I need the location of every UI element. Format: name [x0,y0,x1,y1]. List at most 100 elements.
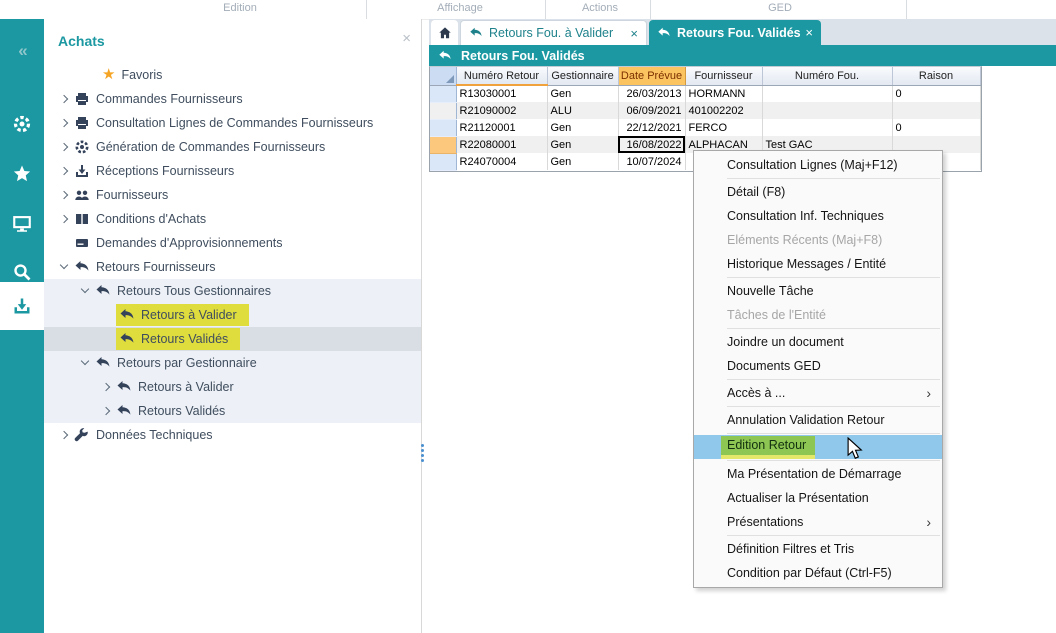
row-selector-cell[interactable] [430,102,456,119]
tab-close-button[interactable]: × [630,26,638,41]
cell[interactable]: 0 [892,119,980,136]
chevron-right-icon[interactable] [56,183,74,207]
rail-settings-button[interactable] [0,102,44,146]
tree-item-receptions-fournisseurs[interactable]: Réceptions Fournisseurs [44,159,421,183]
table-row[interactable]: R13030001 Gen 26/03/2013 HORMANN 0 [430,85,980,102]
menu-item-nouvelle-tache[interactable]: Nouvelle Tâche [694,279,942,303]
cell[interactable]: 401002202 [685,102,762,119]
table-row[interactable]: R21090002 ALU 06/09/2021 401002202 [430,102,980,119]
menu-item-documents-ged[interactable]: Documents GED [694,354,942,378]
menu-item-joindre-un-document[interactable]: Joindre un document [694,330,942,354]
ribbon-separator [366,0,367,19]
cell[interactable]: Gen [547,85,618,102]
cell[interactable]: R21120001 [456,119,547,136]
rail-display-button[interactable] [0,202,44,246]
chevron-right-icon[interactable] [98,375,116,399]
cell[interactable]: FERCO [685,119,762,136]
tree-item-retours-valides[interactable]: Retours Validés [44,327,421,351]
tree-item-label: Consultation Lignes de Commandes Fournis… [96,116,373,130]
tab-close-button[interactable]: × [805,25,813,40]
tree-item-retours-tous-gestionnaires[interactable]: Retours Tous Gestionnaires [44,279,421,303]
reply-arrow-icon [74,259,90,275]
tree-item-retours-valides-par-gestionnaire[interactable]: Retours Validés [44,399,421,423]
tree-item-retours-a-valider-par-gestionnaire[interactable]: Retours à Valider [44,375,421,399]
cell[interactable]: ALU [547,102,618,119]
rail-favorites-button[interactable] [0,152,44,196]
cell[interactable] [762,119,892,136]
cell[interactable] [762,85,892,102]
cell[interactable]: R22080001 [456,136,547,153]
chevron-right-icon[interactable] [56,159,74,183]
cell[interactable]: 26/03/2013 [618,85,685,102]
chevron-down-icon[interactable] [56,255,74,279]
tree-item-favoris[interactable]: ★ Favoris [44,63,421,87]
menu-item-consultation-inf-techniques[interactable]: Consultation Inf. Techniques [694,204,942,228]
tree-item-fournisseurs[interactable]: Fournisseurs [44,183,421,207]
cell[interactable]: 22/12/2021 [618,119,685,136]
cell[interactable]: Gen [547,153,618,170]
cell[interactable]: HORMANN [685,85,762,102]
column-header-numero-retour[interactable]: Numéro Retour [456,67,547,85]
tree-item-generation-commandes[interactable]: Génération de Commandes Fournisseurs [44,135,421,159]
collapse-sidebar-button[interactable]: « [0,39,44,63]
tree-item-retours-fournisseurs[interactable]: Retours Fournisseurs [44,255,421,279]
cell[interactable] [762,102,892,119]
tab-home[interactable] [431,20,458,45]
cell[interactable]: R13030001 [456,85,547,102]
tree-item-consultation-lignes-commandes[interactable]: Consultation Lignes de Commandes Fournis… [44,111,421,135]
chevron-right-icon[interactable] [56,111,74,135]
column-header-raison[interactable]: Raison [892,67,980,85]
ribbon-group-actions: Actions [582,2,618,14]
cell[interactable]: R24070004 [456,153,547,170]
tab-retours-fou-a-valider[interactable]: Retours Fou. à Valider × [460,20,647,45]
tree-item-retours-a-valider[interactable]: Retours à Valider [44,303,421,327]
menu-item-detail[interactable]: Détail (F8) [694,180,942,204]
tree-item-conditions-achats[interactable]: Conditions d'Achats [44,207,421,231]
chevron-right-icon[interactable] [56,135,74,159]
cell[interactable]: Gen [547,136,618,153]
select-all-header[interactable] [430,67,456,85]
chevron-right-icon[interactable] [56,87,74,111]
row-selector-cell[interactable] [430,153,456,170]
menu-item-actualiser-la-presentation[interactable]: Actualiser la Présentation [694,486,942,510]
cell[interactable]: 0 [892,85,980,102]
cell[interactable]: Gen [547,119,618,136]
cell[interactable] [892,102,980,119]
cell[interactable]: R21090002 [456,102,547,119]
chevron-right-icon[interactable] [98,399,116,423]
row-selector-cell[interactable] [430,85,456,102]
tree-item-retours-par-gestionnaire[interactable]: Retours par Gestionnaire [44,351,421,375]
panel-close-button[interactable]: × [402,30,411,47]
menu-item-edition-retour-highlighted[interactable]: Edition Retour [694,435,942,459]
reply-arrow-icon [119,331,135,347]
menu-item-presentations[interactable]: Présentations › [694,510,942,534]
menu-item-definition-filtres-et-tris[interactable]: Définition Filtres et Tris [694,537,942,561]
chevron-down-icon[interactable] [77,351,95,375]
row-selector-cell-current[interactable] [430,136,456,153]
tree-item-demandes-approvisionnements[interactable]: Demandes d'Approvisionnements [44,231,421,255]
cell-focused[interactable]: 16/08/2022 [618,136,685,153]
table-row[interactable]: R21120001 Gen 22/12/2021 FERCO 0 [430,119,980,136]
column-header-numero-fou[interactable]: Numéro Fou. [762,67,892,85]
menu-item-annulation-validation-retour[interactable]: Annulation Validation Retour [694,408,942,432]
splitter-handle[interactable] [421,444,424,447]
reply-arrow-icon [657,26,671,40]
column-header-gestionnaire[interactable]: Gestionnaire [547,67,618,85]
chevron-down-icon[interactable] [77,279,95,303]
chevron-right-icon[interactable] [56,423,74,447]
rail-receptions-button-active[interactable] [0,282,44,330]
menu-item-acces-a[interactable]: Accès à ... › [694,381,942,405]
tree-item-donnees-techniques[interactable]: Données Techniques [44,423,421,447]
menu-item-ma-presentation-de-demarrage[interactable]: Ma Présentation de Démarrage [694,462,942,486]
tree-item-commandes-fournisseurs[interactable]: Commandes Fournisseurs [44,87,421,111]
menu-item-consultation-lignes[interactable]: Consultation Lignes (Maj+F12) [694,153,942,177]
column-header-date-prevue[interactable]: Date Prévue [618,67,685,85]
menu-item-condition-par-defaut[interactable]: Condition par Défaut (Ctrl-F5) [694,561,942,585]
column-header-fournisseur[interactable]: Fournisseur [685,67,762,85]
chevron-right-icon[interactable] [56,207,74,231]
row-selector-cell[interactable] [430,119,456,136]
cell[interactable]: 06/09/2021 [618,102,685,119]
tab-retours-fou-valides-active[interactable]: Retours Fou. Validés × [649,20,821,45]
menu-item-historique-messages-entite[interactable]: Historique Messages / Entité [694,252,942,276]
cell[interactable]: 10/07/2024 [618,153,685,170]
